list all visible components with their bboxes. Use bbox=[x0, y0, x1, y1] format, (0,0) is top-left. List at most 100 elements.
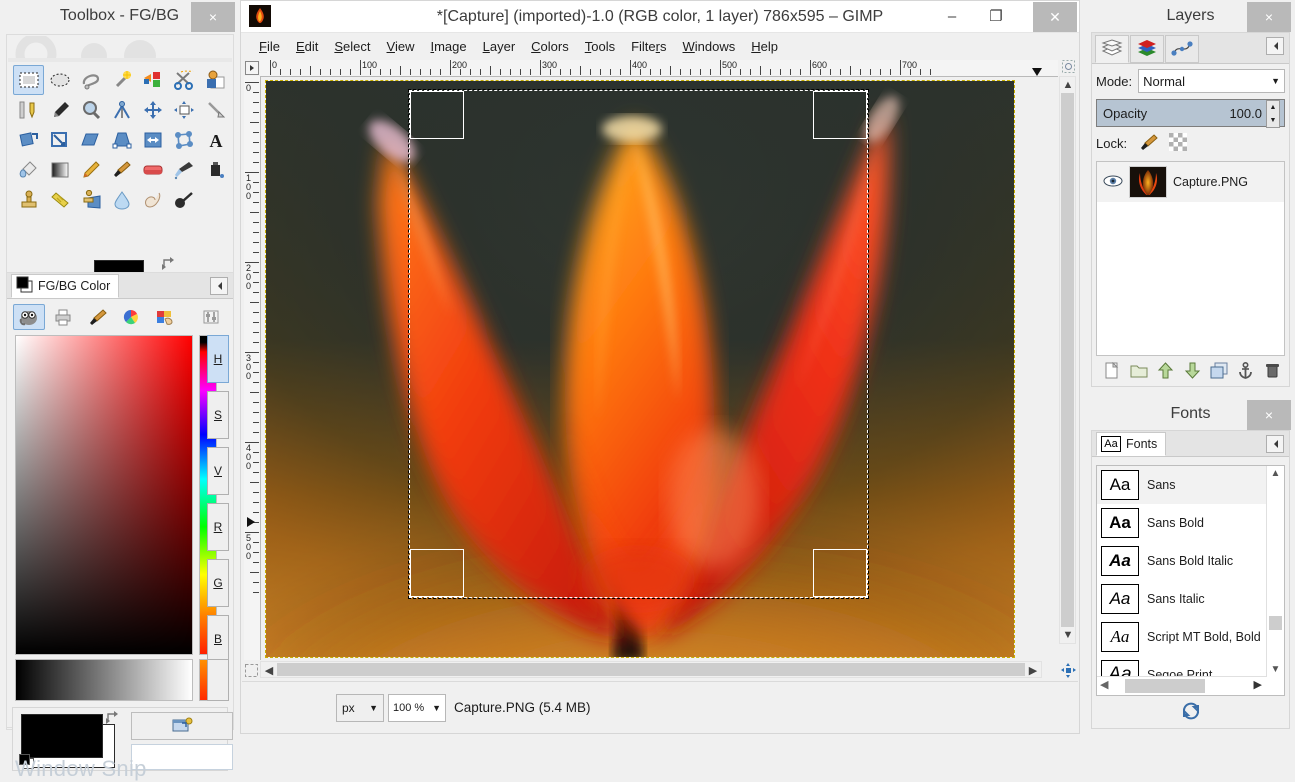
minimize-button[interactable]: – bbox=[931, 2, 973, 32]
font-list-vertical-scrollbar[interactable]: ▲ ▼ bbox=[1266, 466, 1284, 677]
printer-tab[interactable] bbox=[47, 304, 79, 330]
new-layer-button[interactable] bbox=[1100, 359, 1125, 381]
menu-edit[interactable]: Edit bbox=[288, 36, 326, 57]
layer-visibility-eye-icon[interactable] bbox=[1103, 174, 1123, 191]
horizontal-scroll-thumb[interactable] bbox=[277, 663, 1025, 676]
color-saturation-value-area[interactable] bbox=[15, 335, 193, 655]
lock-pixels-brush-icon[interactable] bbox=[1139, 133, 1159, 154]
color-dock-menu-button[interactable] bbox=[210, 277, 228, 295]
channels-tab[interactable] bbox=[1130, 35, 1164, 63]
image-menu-button[interactable] bbox=[244, 60, 260, 76]
eraser-tool[interactable] bbox=[138, 155, 169, 185]
fuzzy-select-tool[interactable] bbox=[107, 65, 138, 95]
screen-capture-button[interactable] bbox=[131, 712, 233, 740]
fonts-dock-menu-button[interactable] bbox=[1266, 435, 1284, 453]
anchor-layer-button[interactable] bbox=[1234, 359, 1259, 381]
scroll-down-icon[interactable]: ▼ bbox=[1060, 627, 1076, 643]
font-scroll-down-icon[interactable]: ▼ bbox=[1267, 664, 1284, 675]
channel-b-radio[interactable]: B bbox=[207, 615, 229, 663]
zoom-tool[interactable] bbox=[75, 95, 106, 125]
new-layer-group-button[interactable] bbox=[1127, 359, 1152, 381]
maximize-button[interactable]: ❐ bbox=[975, 2, 1017, 32]
paths-tab[interactable] bbox=[1165, 35, 1199, 63]
font-list-item[interactable]: Aa Sans bbox=[1097, 466, 1284, 504]
channel-h-radio[interactable]: H bbox=[207, 335, 229, 383]
selection-handle-bottom-right[interactable] bbox=[813, 549, 867, 597]
canvas-horizontal-scrollbar[interactable]: ◀ ▶ bbox=[260, 661, 1042, 678]
duplicate-layer-button[interactable] bbox=[1207, 359, 1232, 381]
zoom-image-window-icon[interactable] bbox=[1061, 59, 1076, 74]
menu-help[interactable]: Help bbox=[743, 36, 786, 57]
channel-s-radio[interactable]: S bbox=[207, 391, 229, 439]
vertical-scroll-thumb[interactable] bbox=[1061, 93, 1074, 627]
clone-tool[interactable] bbox=[13, 185, 44, 215]
menu-tools[interactable]: Tools bbox=[577, 36, 623, 57]
layers-dock-menu-button[interactable] bbox=[1266, 37, 1284, 55]
layer-row-capture[interactable]: Capture.PNG bbox=[1097, 162, 1284, 202]
settings-tab[interactable] bbox=[195, 304, 227, 330]
dodge-burn-tool[interactable] bbox=[169, 185, 200, 215]
vertical-ruler[interactable]: 0 100 200 300 400 500 bbox=[244, 76, 261, 660]
bucket-fill-tool[interactable] bbox=[13, 155, 44, 185]
text-tool[interactable]: A bbox=[200, 125, 231, 155]
alignment-tool[interactable] bbox=[169, 95, 200, 125]
crop-tool[interactable] bbox=[200, 95, 231, 125]
palette-tab[interactable] bbox=[149, 304, 181, 330]
pencil-tool[interactable] bbox=[75, 155, 106, 185]
menu-colors[interactable]: Colors bbox=[523, 36, 577, 57]
font-list-item[interactable]: Aa Sans Bold bbox=[1097, 504, 1284, 542]
navigation-preview-icon[interactable] bbox=[1060, 662, 1076, 678]
airbrush-tool[interactable] bbox=[169, 155, 200, 185]
channel-v-radio[interactable]: V bbox=[207, 447, 229, 495]
selection-handle-bottom-left[interactable] bbox=[410, 549, 464, 597]
flip-tool[interactable] bbox=[138, 125, 169, 155]
shear-tool[interactable] bbox=[75, 125, 106, 155]
toolbox-close-button[interactable]: × bbox=[191, 2, 235, 32]
font-list-item[interactable]: Aa Script MT Bold, Bold bbox=[1097, 618, 1284, 656]
gradient-tool[interactable] bbox=[44, 155, 75, 185]
foreground-select-tool[interactable] bbox=[200, 65, 231, 95]
menu-layer[interactable]: Layer bbox=[475, 36, 524, 57]
rectangle-selection[interactable] bbox=[408, 89, 869, 599]
raise-layer-button[interactable] bbox=[1153, 359, 1178, 381]
layer-opacity-spinner[interactable]: ▲ ▼ bbox=[1266, 100, 1280, 128]
image-canvas[interactable] bbox=[261, 77, 1058, 660]
scale-tool[interactable] bbox=[44, 125, 75, 155]
font-scroll-up-icon[interactable]: ▲ bbox=[1267, 468, 1284, 479]
menu-view[interactable]: View bbox=[379, 36, 423, 57]
lock-alpha-checker-icon[interactable] bbox=[1169, 133, 1188, 154]
dock-reset-colors-icon[interactable] bbox=[19, 754, 34, 769]
menu-windows[interactable]: Windows bbox=[675, 36, 744, 57]
color-picker-tool[interactable] bbox=[44, 95, 75, 125]
layer-mode-select[interactable]: Normal ▼ bbox=[1138, 69, 1285, 93]
menu-filters[interactable]: Filters bbox=[623, 36, 674, 57]
scroll-up-icon[interactable]: ▲ bbox=[1060, 77, 1076, 93]
cage-transform-tool[interactable] bbox=[169, 125, 200, 155]
menu-image[interactable]: Image bbox=[422, 36, 474, 57]
selection-handle-top-right[interactable] bbox=[813, 91, 867, 139]
close-button[interactable]: ✕ bbox=[1033, 2, 1077, 32]
smudge-tool[interactable] bbox=[138, 185, 169, 215]
spinner-down-icon[interactable]: ▼ bbox=[1270, 117, 1277, 124]
font-scroll-left-icon[interactable]: ◀ bbox=[1100, 678, 1108, 691]
fonts-tab[interactable]: Aa Fonts bbox=[1096, 432, 1167, 456]
channel-r-radio[interactable]: R bbox=[207, 503, 229, 551]
font-vertical-scroll-thumb[interactable] bbox=[1269, 616, 1282, 630]
hue-slider[interactable] bbox=[199, 335, 217, 655]
font-list-item[interactable]: Aa Sans Italic bbox=[1097, 580, 1284, 618]
fonts-close-button[interactable]: × bbox=[1247, 400, 1291, 430]
horizontal-ruler[interactable]: 0 100 200 300 400 500 600 700 bbox=[260, 60, 1058, 77]
scroll-left-icon[interactable]: ◀ bbox=[261, 662, 277, 678]
channel-g-radio[interactable]: G bbox=[207, 559, 229, 607]
color-wheel-tab[interactable] bbox=[115, 304, 147, 330]
unit-select[interactable]: px ▼ bbox=[336, 694, 384, 722]
paintbrush-tool[interactable] bbox=[107, 155, 138, 185]
lower-layer-button[interactable] bbox=[1180, 359, 1205, 381]
font-list-horizontal-scrollbar[interactable]: ◀ ▶ bbox=[1097, 676, 1266, 695]
ink-tool[interactable] bbox=[200, 155, 231, 185]
perspective-tool[interactable] bbox=[107, 125, 138, 155]
dock-swap-colors-icon[interactable] bbox=[105, 710, 121, 729]
delete-layer-button[interactable] bbox=[1260, 359, 1285, 381]
rotate-tool[interactable] bbox=[13, 125, 44, 155]
spinner-up-icon[interactable]: ▲ bbox=[1270, 104, 1277, 111]
